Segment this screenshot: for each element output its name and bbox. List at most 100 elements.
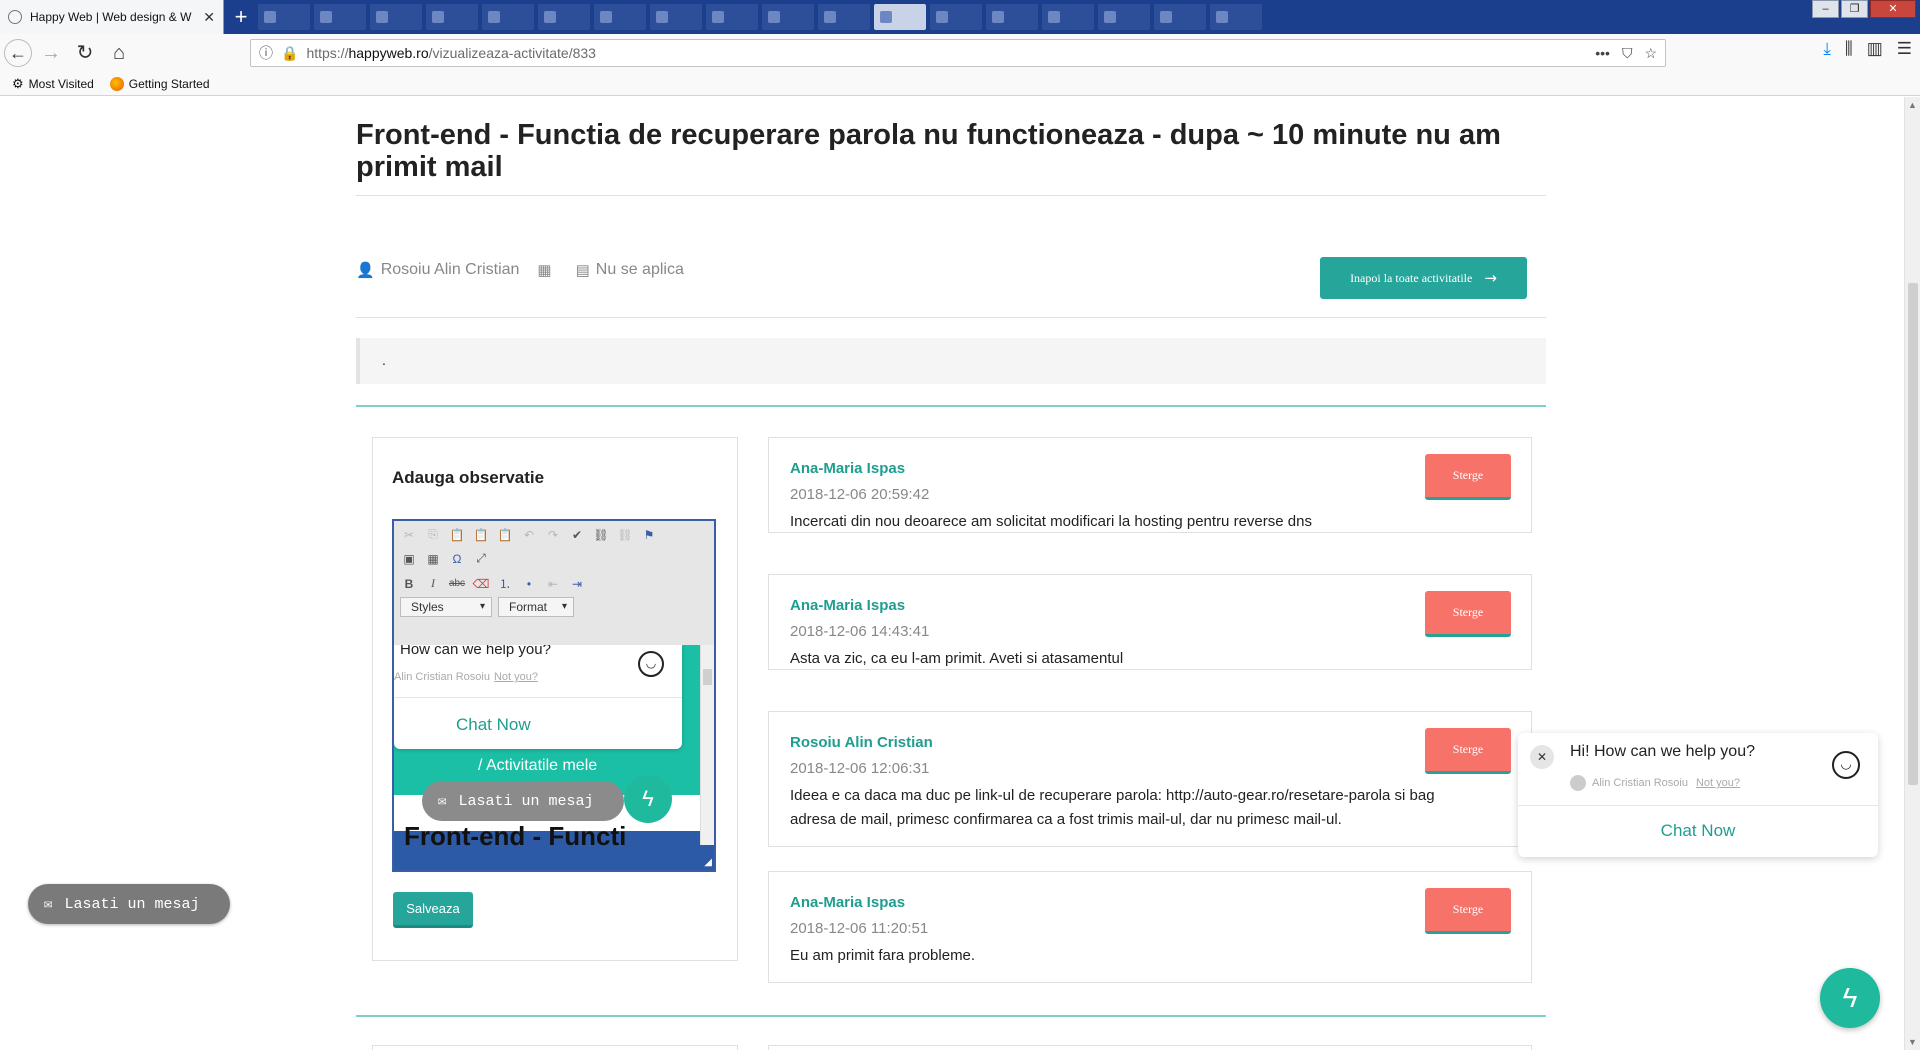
- other-tabs: [258, 4, 1262, 30]
- restore-icon[interactable]: ❐: [1841, 0, 1868, 18]
- window-close-icon[interactable]: ✕: [1870, 0, 1916, 18]
- forward-arrow-icon[interactable]: →: [36, 38, 66, 68]
- divider: [356, 317, 1546, 318]
- pasted-chat-popup: How can we help you? Alin Cristian Rosoi…: [394, 645, 682, 749]
- scroll-thumb[interactable]: [1908, 283, 1918, 785]
- scroll-up-icon[interactable]: ▲: [1908, 100, 1917, 110]
- back-arrow-icon[interactable]: ←: [4, 39, 32, 67]
- url-text[interactable]: https://happyweb.ro/vizualizeaza-activit…: [306, 45, 1583, 61]
- messenger-icon: ϟ: [624, 775, 672, 823]
- delete-button[interactable]: Sterge: [1425, 591, 1511, 637]
- background-tab[interactable]: [538, 4, 590, 30]
- url-bar[interactable]: ⓘ 🔒 https://happyweb.ro/vizualizeaza-act…: [250, 39, 1666, 67]
- section-divider: [356, 1015, 1546, 1017]
- background-tab[interactable]: [258, 4, 310, 30]
- chat-popup: ✕ Hi! How can we help you? Alin Cristian…: [1518, 733, 1878, 857]
- meta-calendar: ▦: [537, 261, 557, 279]
- save-button[interactable]: Salveaza: [393, 892, 473, 928]
- copy-icon[interactable]: ⎘: [424, 527, 442, 542]
- page-actions-icon[interactable]: •••: [1595, 45, 1610, 61]
- format-dropdown[interactable]: Format: [498, 597, 574, 617]
- chat-avatar-icon: ◡: [1832, 751, 1860, 779]
- sidebar-icon[interactable]: ▥: [1867, 39, 1883, 59]
- comment-date: 2018-12-06 14:43:41: [790, 623, 930, 640]
- close-icon[interactable]: ✕: [1530, 745, 1554, 769]
- tab-close-icon[interactable]: ✕: [203, 9, 215, 26]
- delete-button[interactable]: Sterge: [1425, 454, 1511, 500]
- minimize-icon[interactable]: –: [1812, 0, 1839, 18]
- remove-format-icon[interactable]: ⌫: [472, 577, 490, 591]
- background-tab[interactable]: [482, 4, 534, 30]
- background-tab[interactable]: [594, 4, 646, 30]
- library-icon[interactable]: ⫼: [1845, 39, 1853, 59]
- paste-word-icon[interactable]: 📋: [496, 528, 514, 542]
- chat-now-button[interactable]: Chat Now: [1518, 821, 1878, 841]
- styles-dropdown[interactable]: Styles: [400, 597, 492, 617]
- tab-happyweb[interactable]: Happy Web | Web design & W ✕: [0, 0, 224, 34]
- lock-icon[interactable]: 🔒: [281, 45, 298, 62]
- cut-icon[interactable]: ✂: [400, 528, 418, 542]
- background-tab[interactable]: [986, 4, 1038, 30]
- image-icon[interactable]: ▣: [400, 552, 418, 566]
- background-tab[interactable]: [650, 4, 702, 30]
- tab-strip: Happy Web | Web design & W ✕ + – ❐ ✕: [0, 0, 1920, 34]
- back-to-activities-button[interactable]: Inapoi la toate activitatile →: [1320, 257, 1527, 299]
- delete-button[interactable]: Sterge: [1425, 888, 1511, 934]
- background-tab[interactable]: [1154, 4, 1206, 30]
- download-icon[interactable]: ⤓: [1823, 39, 1831, 59]
- table-icon[interactable]: ▦: [424, 552, 442, 566]
- rich-text-editor[interactable]: ✂ ⎘ 📋 📋 📋 ↶ ↷ ✔ ⛓ ⛓ ⚑ ▣ ▦ Ω ⤢ B I abc ⌫ …: [392, 519, 716, 872]
- not-you-link[interactable]: Not you?: [1696, 777, 1740, 789]
- indent-icon[interactable]: ⇥: [568, 577, 586, 591]
- delete-button[interactable]: Sterge: [1425, 728, 1511, 774]
- new-tab-button[interactable]: +: [228, 4, 254, 30]
- numbered-list-icon[interactable]: ⒈: [496, 575, 514, 592]
- unlink-icon[interactable]: ⛓: [616, 528, 634, 542]
- reload-icon[interactable]: ↻: [70, 38, 100, 68]
- bold-icon[interactable]: B: [400, 577, 418, 591]
- paste-text-icon[interactable]: 📋: [472, 528, 490, 542]
- background-tab[interactable]: [818, 4, 870, 30]
- outdent-icon[interactable]: ⇤: [544, 577, 562, 591]
- menu-icon[interactable]: ☰: [1897, 39, 1912, 59]
- spellcheck-icon[interactable]: ✔: [568, 528, 586, 542]
- home-icon[interactable]: ⌂: [104, 38, 134, 68]
- comment-author: Ana-Maria Ispas: [790, 894, 906, 911]
- background-tab[interactable]: [930, 4, 982, 30]
- background-tab[interactable]: [426, 4, 478, 30]
- bullet-list-icon[interactable]: •: [520, 577, 538, 591]
- gear-icon: ⚙: [12, 75, 24, 91]
- resize-handle-icon[interactable]: ◢: [704, 857, 712, 868]
- background-tab[interactable]: [1210, 4, 1262, 30]
- undo-icon[interactable]: ↶: [520, 528, 538, 542]
- background-tab[interactable]: [874, 4, 926, 30]
- bookmark-most-visited[interactable]: ⚙ Most Visited: [12, 76, 94, 92]
- editor-content-area[interactable]: How can we help you? Alin Cristian Rosoi…: [394, 645, 714, 870]
- anchor-flag-icon[interactable]: ⚑: [640, 528, 658, 542]
- redo-icon[interactable]: ↷: [544, 528, 562, 542]
- site-info-icon[interactable]: ⓘ: [259, 43, 273, 63]
- paste-icon[interactable]: 📋: [448, 528, 466, 542]
- italic-icon[interactable]: I: [424, 576, 442, 591]
- link-icon[interactable]: ⛓: [592, 528, 610, 542]
- page-scrollbar[interactable]: ▲ ▼: [1904, 97, 1920, 1050]
- special-char-icon[interactable]: Ω: [448, 552, 466, 566]
- strike-icon[interactable]: abc: [448, 578, 466, 589]
- background-tab[interactable]: [370, 4, 422, 30]
- bookmark-getting-started[interactable]: Getting Started: [109, 76, 210, 91]
- background-tab[interactable]: [706, 4, 758, 30]
- comment-author: Rosoiu Alin Cristian: [790, 734, 933, 751]
- background-tab[interactable]: [1098, 4, 1150, 30]
- comment-card: Ana-Maria Ispas 2018-12-06 20:59:42 Ince…: [768, 437, 1532, 533]
- background-tab[interactable]: [1042, 4, 1094, 30]
- bookmark-star-icon[interactable]: ☆: [1644, 45, 1657, 62]
- scroll-down-icon[interactable]: ▼: [1908, 1037, 1917, 1047]
- leave-message-button[interactable]: ✉ Lasati un mesaj: [28, 884, 230, 924]
- background-tab[interactable]: [762, 4, 814, 30]
- comment-text: Eu am primit fara probleme.: [790, 947, 976, 964]
- pocket-icon[interactable]: ⛉: [1622, 45, 1633, 62]
- maximize-icon[interactable]: ⤢: [472, 551, 490, 566]
- messenger-icon[interactable]: ϟ: [1820, 968, 1880, 1028]
- background-tab[interactable]: [314, 4, 366, 30]
- editor-scrollbar[interactable]: [700, 645, 714, 845]
